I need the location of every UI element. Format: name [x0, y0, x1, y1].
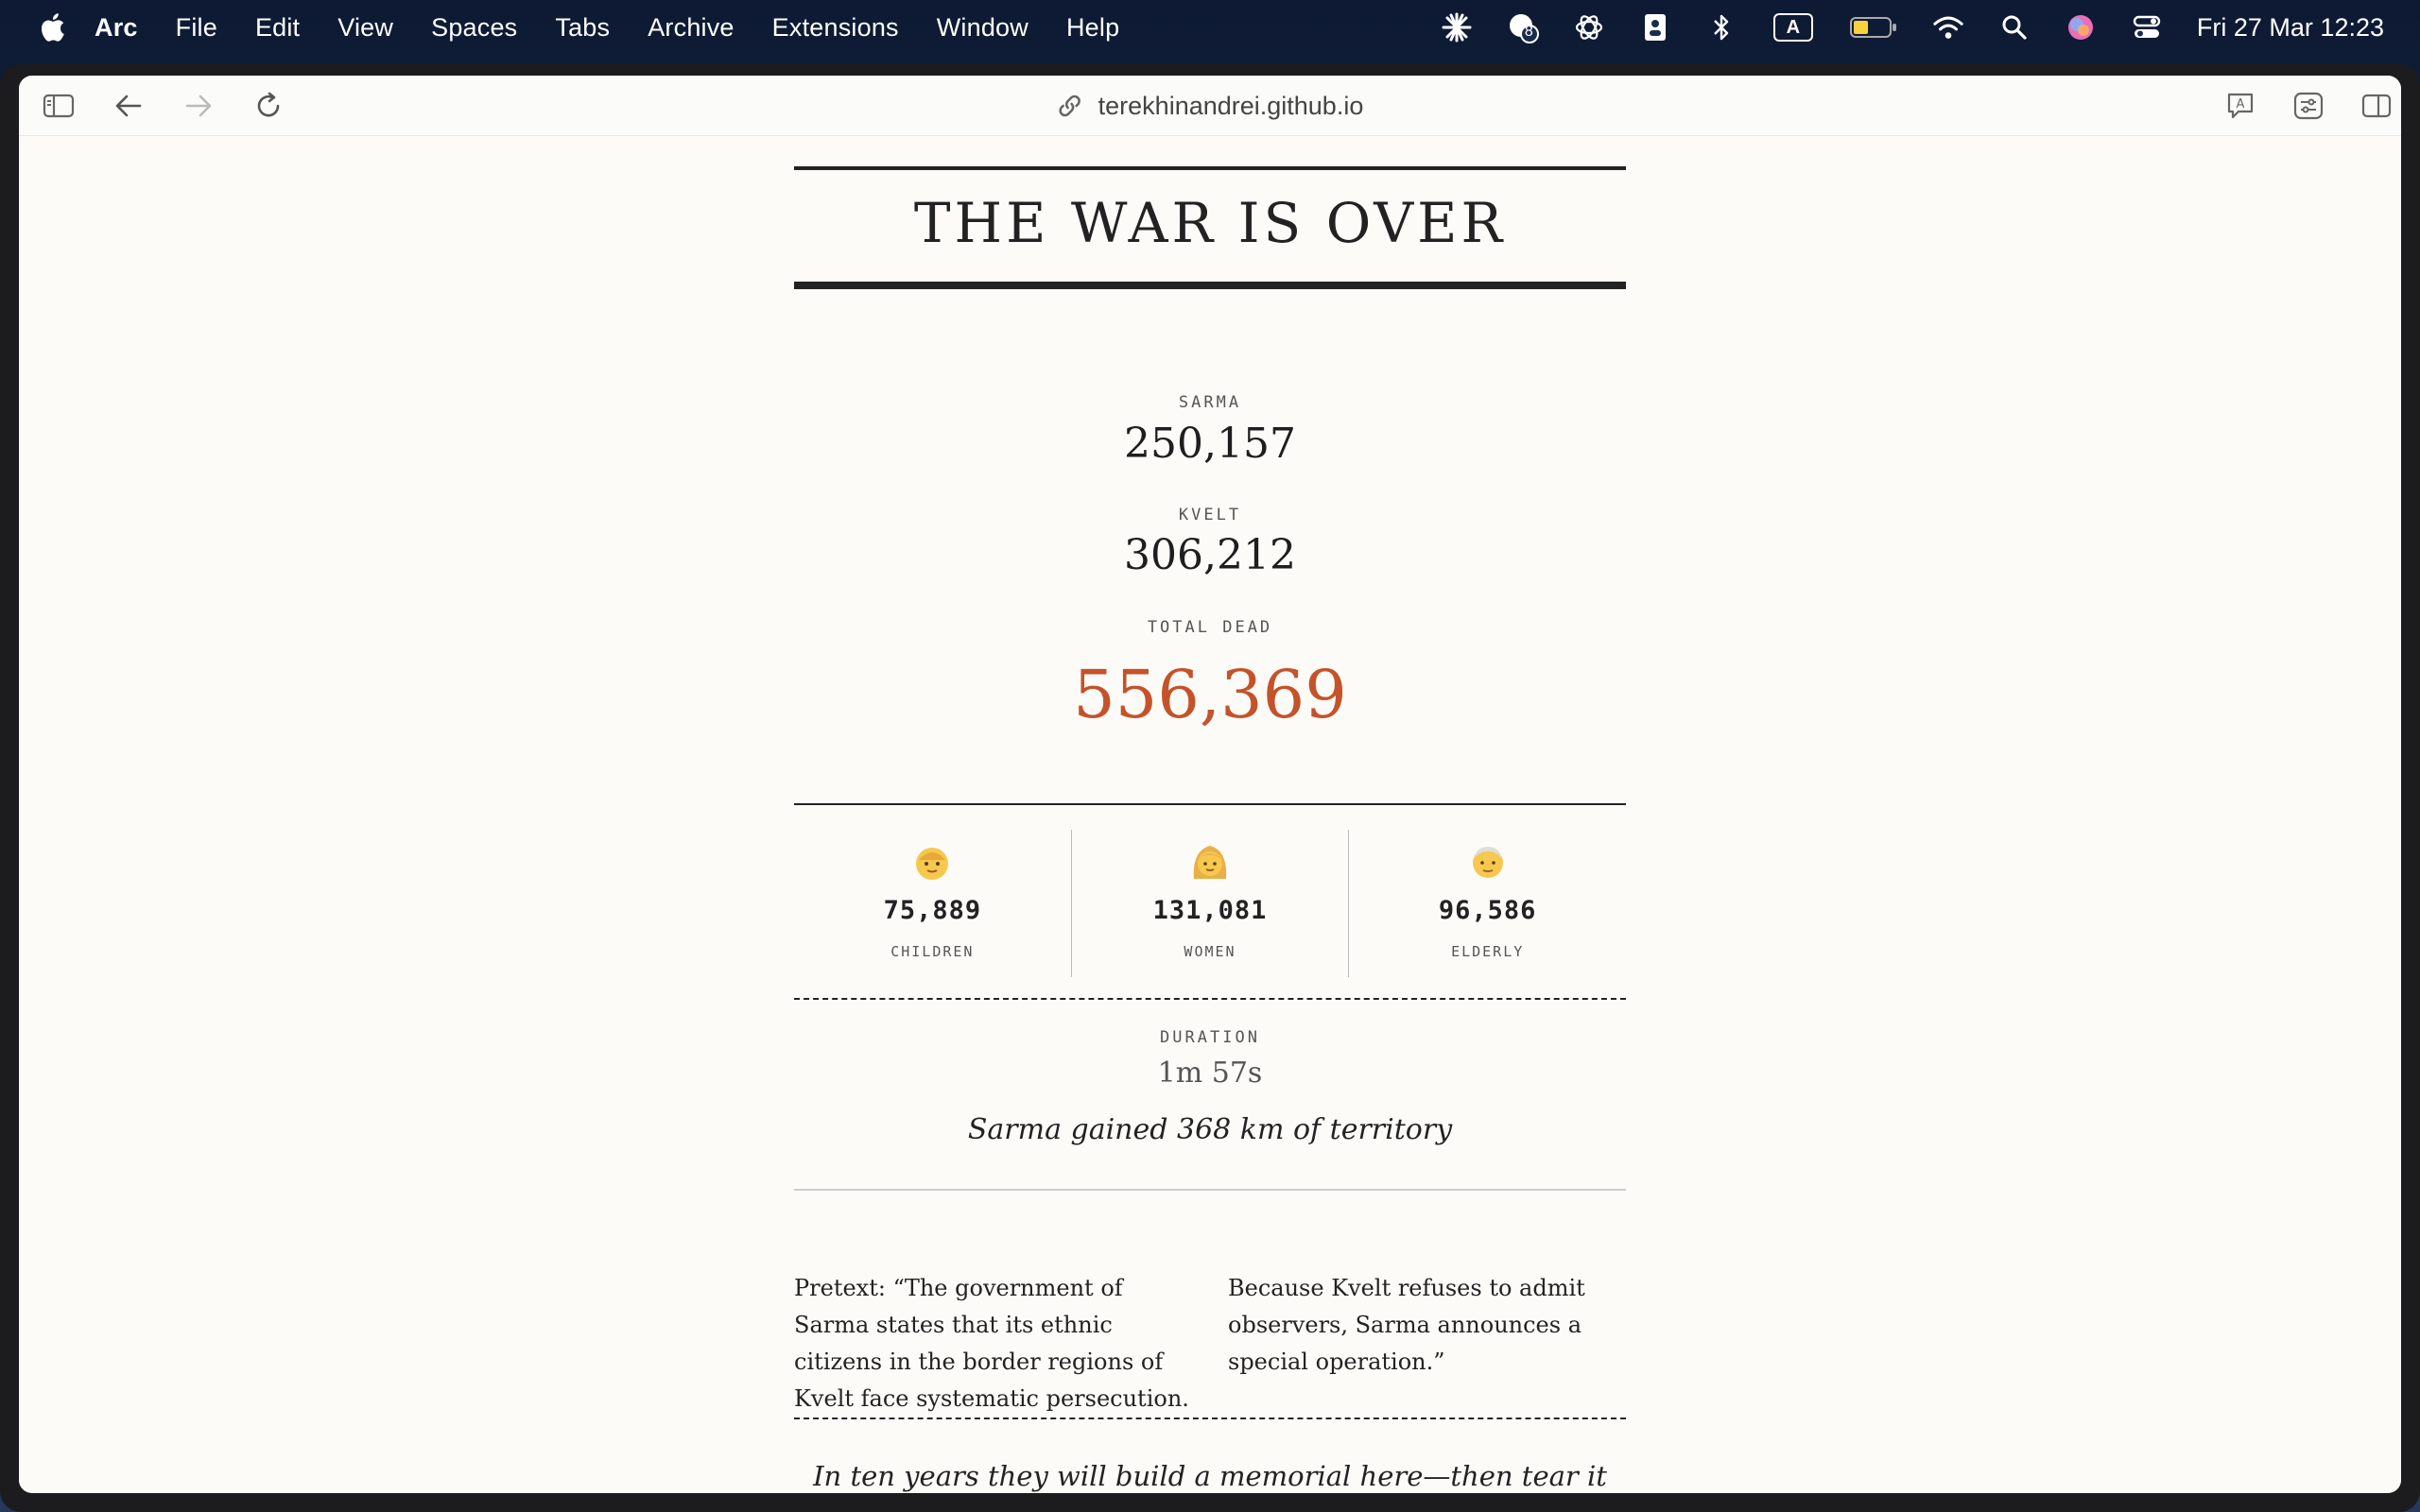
duration-value: 1m 57s: [1157, 1057, 1263, 1090]
wifi-icon[interactable]: [1932, 11, 1964, 43]
closing-dashed-rule: [794, 1418, 1626, 1419]
back-arrow-icon[interactable]: [112, 89, 146, 123]
menu-extensions[interactable]: Extensions: [772, 13, 899, 43]
children-label: CHILDREN: [890, 943, 975, 960]
elderly-emoji-icon: [1467, 841, 1509, 886]
menu-archive[interactable]: Archive: [648, 13, 734, 43]
menu-tabs[interactable]: Tabs: [555, 13, 610, 43]
kvelt-value: 306,212: [1124, 531, 1296, 579]
chatgpt-icon[interactable]: [1573, 11, 1605, 43]
menu-file[interactable]: File: [176, 13, 217, 43]
total-dead-label: TOTAL DEAD: [1147, 618, 1273, 637]
bluetooth-icon[interactable]: [1705, 11, 1737, 43]
stat-children: 75,889 CHILDREN: [794, 830, 1071, 977]
kvelt-label: KVELT: [1178, 506, 1242, 524]
woman-emoji-icon: [1189, 841, 1231, 886]
women-label: WOMEN: [1184, 943, 1236, 960]
battery-icon[interactable]: [1849, 11, 1898, 43]
url-text[interactable]: terekhinandrei.github.io: [1098, 92, 1364, 121]
stats-bottom-dashed-rule: [794, 998, 1626, 1000]
menu-window[interactable]: Window: [937, 13, 1028, 43]
browser-frame: terekhinandrei.github.io A THE WAR IS OV…: [19, 76, 2401, 1493]
top-rule: [794, 166, 1626, 170]
notification-icon[interactable]: 8: [1507, 11, 1539, 43]
menu-bar: Arc File Edit View Spaces Tabs Archive E…: [0, 0, 2420, 55]
menubar-clock[interactable]: Fri 27 Mar 12:23: [2197, 13, 2384, 43]
children-value: 75,889: [883, 896, 982, 925]
page-title: THE WAR IS OVER: [913, 191, 1507, 255]
apple-menu-icon[interactable]: [36, 10, 66, 44]
forward-arrow-icon[interactable]: [182, 89, 216, 123]
menu-edit[interactable]: Edit: [255, 13, 300, 43]
stat-elderly: 96,586 ELDERLY: [1348, 830, 1626, 977]
spotlight-search-icon[interactable]: [1998, 11, 2031, 43]
menu-view[interactable]: View: [337, 13, 393, 43]
reload-icon[interactable]: [251, 89, 285, 123]
elderly-value: 96,586: [1438, 896, 1537, 925]
title-rule: [794, 282, 1626, 289]
child-emoji-icon: [911, 841, 953, 886]
address-bar[interactable]: terekhinandrei.github.io: [1057, 76, 1364, 136]
menu-help[interactable]: Help: [1066, 13, 1119, 43]
svg-text:A: A: [2237, 97, 2245, 112]
closing-quote: In ten years they will build a memorial …: [813, 1460, 1607, 1492]
women-value: 131,081: [1152, 896, 1268, 925]
control-center-icon[interactable]: [2131, 11, 2163, 43]
casualty-breakdown: 75,889 CHILDREN 131,081 WOMEN 96,586 ELD…: [794, 830, 1626, 977]
total-dead-value: 556,369: [1073, 656, 1347, 733]
territory-summary: Sarma gained 368 km of territory: [967, 1113, 1453, 1146]
elderly-label: ELDERLY: [1451, 943, 1525, 960]
starburst-icon[interactable]: [1441, 11, 1473, 43]
input-source-icon[interactable]: A: [1772, 11, 1815, 43]
summary-rule: [794, 1189, 1626, 1191]
pretext-paragraph: Pretext: “The government of Sarma states…: [794, 1275, 1585, 1412]
contact-card-icon[interactable]: [1639, 11, 1671, 43]
duration-label: DURATION: [1160, 1028, 1260, 1047]
stat-women: 131,081 WOMEN: [1070, 830, 1349, 977]
sarma-label: SARMA: [1178, 393, 1242, 412]
stats-top-rule: [794, 803, 1626, 805]
menu-spaces[interactable]: Spaces: [431, 13, 517, 43]
notification-badge: 8: [1524, 24, 1533, 40]
page-content: THE WAR IS OVER SARMA 250,157 KVELT 306,…: [19, 136, 2401, 1493]
site-controls-icon[interactable]: [2291, 89, 2325, 123]
translate-icon[interactable]: A: [2223, 89, 2257, 123]
split-view-icon[interactable]: [2360, 89, 2394, 123]
input-source-label: A: [1772, 13, 1813, 42]
siri-icon[interactable]: [2065, 11, 2097, 43]
sidebar-toggle-icon[interactable]: [42, 89, 76, 123]
browser-window: terekhinandrei.github.io A THE WAR IS OV…: [0, 64, 2420, 1512]
menu-app-arc[interactable]: Arc: [95, 13, 138, 43]
browser-toolbar: terekhinandrei.github.io A: [19, 76, 2401, 136]
sarma-value: 250,157: [1124, 420, 1296, 468]
link-icon: [1057, 93, 1083, 119]
